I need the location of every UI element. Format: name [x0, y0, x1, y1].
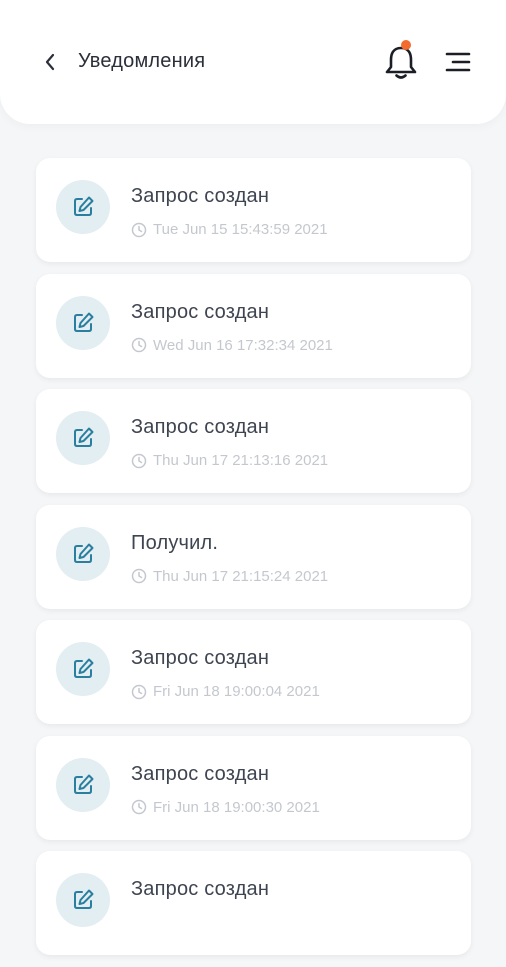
- clock-icon: [131, 453, 147, 468]
- menu-button[interactable]: [444, 50, 472, 74]
- edit-icon: [56, 295, 110, 350]
- notification-time-text: Thu Jun 17 21:13:16 2021: [153, 452, 329, 469]
- notification-time-text: Thu Jun 17 21:15:24 2021: [153, 567, 329, 585]
- edit-icon: [56, 526, 110, 581]
- notification-time-text: Wed Jun 16 17:32:34 2021: [153, 336, 333, 354]
- notification-title: Получил.: [131, 531, 219, 554]
- notification-title: Запрос создан: [131, 762, 270, 785]
- edit-icon: [56, 411, 110, 465]
- header: Уведомления: [0, 0, 506, 124]
- notification-list: Запрос создан Tue Jun 15 15:43:59 2021 З…: [36, 158, 471, 967]
- notification-time: Tue Jun 15 15:43:59 2021: [131, 221, 328, 238]
- notification-time: Thu Jun 17 21:13:16 2021: [131, 452, 328, 469]
- notification-time: Wed Jun 16 17:32:34 2021: [131, 337, 333, 354]
- notification-title: Запрос создан: [131, 878, 270, 900]
- notification-title: Запрос создан: [131, 416, 270, 438]
- notification-card[interactable]: Запрос создан Wed Jun 16 17:32:34 2021: [36, 273, 471, 378]
- notification-time-text: Fri Jun 18 19:00:04 2021: [153, 683, 320, 700]
- notification-card[interactable]: Получил. Thu Jun 17 21:15:24 2021: [36, 504, 471, 609]
- notification-title: Запрос создан: [131, 647, 270, 669]
- notification-card[interactable]: Запрос создан Tue Jun 15 15:43:59 2021: [36, 158, 471, 262]
- notification-title: Запрос создан: [131, 300, 270, 323]
- notification-time: Fri Jun 18 19:00:04 2021: [131, 683, 320, 700]
- clock-icon: [131, 337, 147, 353]
- clock-icon: [131, 222, 147, 237]
- edit-icon: [56, 757, 110, 812]
- notification-card[interactable]: Запрос создан: [36, 851, 471, 955]
- notification-time-text: Fri Jun 18 19:00:30 2021: [153, 798, 320, 816]
- notification-time-text: Tue Jun 15 15:43:59 2021: [153, 221, 328, 238]
- notification-card[interactable]: Запрос создан Fri Jun 18 19:00:04 2021: [36, 620, 471, 724]
- edit-icon: [56, 642, 110, 696]
- edit-icon: [56, 873, 110, 927]
- notification-title: Запрос создан: [131, 185, 270, 207]
- notification-badge: [401, 40, 411, 50]
- back-button[interactable]: [38, 48, 62, 76]
- menu-icon: [445, 52, 471, 72]
- notification-card[interactable]: Запрос создан Thu Jun 17 21:13:16 2021: [36, 389, 471, 493]
- clock-icon: [131, 799, 147, 815]
- page-title: Уведомления: [78, 50, 206, 72]
- notification-time: Thu Jun 17 21:15:24 2021: [131, 568, 328, 585]
- notification-time: Fri Jun 18 19:00:30 2021: [131, 799, 320, 816]
- edit-icon: [56, 180, 110, 234]
- clock-icon: [131, 684, 147, 699]
- chevron-left-icon: [45, 53, 55, 71]
- notification-card[interactable]: Запрос создан Fri Jun 18 19:00:30 2021: [36, 735, 471, 840]
- clock-icon: [131, 568, 147, 584]
